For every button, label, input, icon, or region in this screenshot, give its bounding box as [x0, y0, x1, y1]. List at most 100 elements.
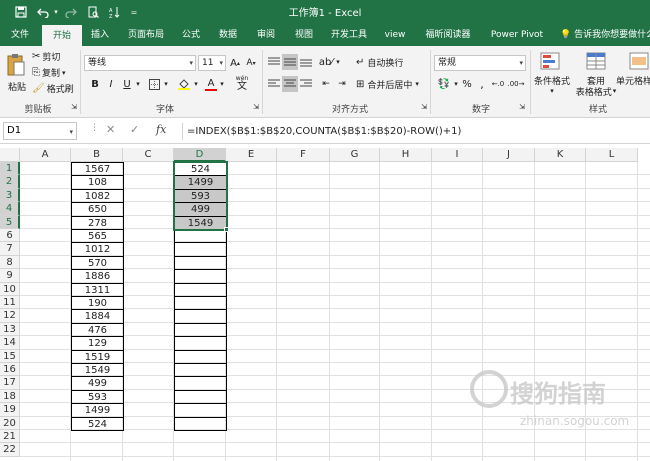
cell-d8[interactable]: [174, 255, 227, 271]
chevron-down-icon[interactable]: ▾: [134, 76, 142, 92]
wrap-text-button[interactable]: ↵ 自动换行: [356, 54, 412, 70]
tab-file[interactable]: 文件: [2, 24, 38, 46]
cell-d6[interactable]: [174, 229, 227, 244]
cell-d11[interactable]: [174, 296, 227, 311]
row-header-9[interactable]: 9: [0, 269, 20, 283]
row-header-22[interactable]: 22: [0, 443, 20, 457]
dialog-launcher-icon[interactable]: ⇲: [420, 102, 428, 112]
chevron-down-icon[interactable]: ▾: [162, 76, 170, 92]
row-header-19[interactable]: 19: [0, 403, 20, 417]
cell-b18[interactable]: 593: [71, 389, 124, 405]
chevron-down-icon[interactable]: ▾: [334, 54, 342, 70]
merge-center-button[interactable]: ⊞ 合并后居中 ▾: [356, 76, 428, 92]
cell-d2[interactable]: 1499: [174, 175, 227, 190]
tab-foxit-reader[interactable]: 福昕阅读器: [418, 24, 478, 46]
fill-handle[interactable]: [224, 227, 229, 232]
cell-d19[interactable]: [174, 403, 227, 418]
cell-b7[interactable]: 1012: [71, 242, 124, 257]
cell-styles-button[interactable]: 单元格样: [616, 74, 650, 87]
align-top-icon[interactable]: [266, 54, 282, 70]
conditional-format-icon[interactable]: [538, 50, 562, 72]
column-header-g[interactable]: G: [330, 148, 380, 162]
decrease-indent-icon[interactable]: ⇤: [318, 76, 334, 92]
row-header-1[interactable]: 1: [0, 162, 20, 176]
tab-data[interactable]: 数据: [212, 24, 244, 46]
cell-b20[interactable]: 524: [71, 416, 124, 431]
formula-input[interactable]: =INDEX($B$1:$B$20,COUNTA($B$1:$B$20)-ROW…: [182, 123, 648, 140]
format-painter-button[interactable]: 🖌 格式刷: [32, 82, 78, 95]
row-header-7[interactable]: 7: [0, 242, 20, 256]
cell-d9[interactable]: [174, 269, 227, 284]
row-header-21[interactable]: 21: [0, 430, 20, 444]
chevron-down-icon[interactable]: ▾: [548, 86, 556, 96]
tab-home[interactable]: 开始: [42, 25, 82, 46]
dialog-launcher-icon[interactable]: ⇲: [70, 102, 78, 112]
decrease-decimal-icon[interactable]: .00→: [508, 76, 525, 92]
cell-b16[interactable]: 1549: [71, 363, 124, 378]
cell-b1[interactable]: 1567: [71, 162, 124, 177]
row-header-2[interactable]: 2: [0, 175, 20, 189]
tell-me-box[interactable]: 💡 告诉我你想要做什么: [560, 24, 650, 46]
increase-indent-icon[interactable]: ⇥: [334, 76, 350, 92]
tab-view[interactable]: 视图: [288, 24, 320, 46]
tab-power-pivot[interactable]: Power Pivot: [484, 24, 550, 46]
dialog-launcher-icon[interactable]: ⇲: [518, 102, 526, 112]
align-right-icon[interactable]: [298, 76, 314, 92]
increase-font-icon[interactable]: A ▴: [228, 55, 242, 71]
align-center-icon[interactable]: [282, 76, 298, 92]
cell-d10[interactable]: [174, 282, 227, 297]
align-bottom-icon[interactable]: [298, 54, 314, 70]
row-header-16[interactable]: 16: [0, 363, 20, 377]
tab-page-layout[interactable]: 页面布局: [120, 24, 172, 46]
conditional-format-button[interactable]: 条件格式: [532, 74, 572, 87]
phonetic-guide-icon[interactable]: wén 文: [232, 74, 252, 92]
format-table-icon[interactable]: [584, 50, 608, 72]
cell-d7[interactable]: [174, 242, 227, 257]
borders-icon[interactable]: [146, 76, 162, 92]
increase-decimal-icon[interactable]: ←.0: [490, 76, 506, 92]
column-header-b[interactable]: B: [71, 148, 123, 162]
comma-button[interactable]: ,: [476, 76, 488, 92]
cell-b4[interactable]: 650: [71, 202, 124, 217]
fill-color-icon[interactable]: [176, 76, 192, 92]
insert-function-icon[interactable]: fx: [156, 123, 166, 136]
cell-b8[interactable]: 570: [71, 255, 124, 271]
row-header-13[interactable]: 13: [0, 322, 20, 337]
cell-b3[interactable]: 1082: [71, 188, 124, 204]
cell-b9[interactable]: 1886: [71, 269, 124, 284]
cell-d3[interactable]: 593: [174, 188, 227, 204]
row-header-18[interactable]: 18: [0, 389, 20, 404]
row-header-20[interactable]: 20: [0, 416, 20, 430]
cell-d4[interactable]: 499: [174, 202, 227, 217]
row-header-17[interactable]: 17: [0, 376, 20, 390]
cell-d14[interactable]: [174, 336, 227, 351]
align-middle-icon[interactable]: [282, 54, 298, 70]
name-box[interactable]: D1 ▾: [3, 122, 77, 140]
underline-button[interactable]: U: [120, 76, 134, 92]
row-header-14[interactable]: 14: [0, 336, 20, 350]
tab-view-extra[interactable]: view: [380, 24, 410, 46]
dialog-launcher-icon[interactable]: ⇲: [252, 102, 260, 112]
font-size-box[interactable]: 11 ▾: [198, 55, 226, 71]
cell-d17[interactable]: [174, 376, 227, 391]
currency-icon[interactable]: 💱: [436, 76, 452, 92]
enter-icon[interactable]: ✓: [130, 123, 139, 136]
row-header-3[interactable]: 3: [0, 188, 20, 203]
cell-b14[interactable]: 129: [71, 336, 124, 351]
column-header-c[interactable]: C: [123, 148, 174, 162]
format-table-button[interactable]: 表格格式 ▾: [572, 85, 620, 98]
column-header-f[interactable]: F: [277, 148, 330, 162]
cancel-icon[interactable]: ✕: [106, 123, 115, 136]
cell-b13[interactable]: 476: [71, 322, 124, 338]
cell-b5[interactable]: 278: [71, 215, 124, 230]
column-header-h[interactable]: H: [380, 148, 432, 162]
column-header-e[interactable]: E: [226, 148, 277, 162]
cell-d1[interactable]: 524: [174, 162, 227, 177]
chevron-down-icon[interactable]: ▾: [452, 76, 460, 92]
cell-b19[interactable]: 1499: [71, 403, 124, 418]
font-name-box[interactable]: 等线 ▾: [84, 55, 196, 71]
row-header-5[interactable]: 5: [0, 215, 20, 229]
orientation-icon[interactable]: ab⁄: [318, 54, 334, 70]
chevron-down-icon[interactable]: ▾: [192, 76, 200, 92]
cell-b17[interactable]: 499: [71, 376, 124, 391]
